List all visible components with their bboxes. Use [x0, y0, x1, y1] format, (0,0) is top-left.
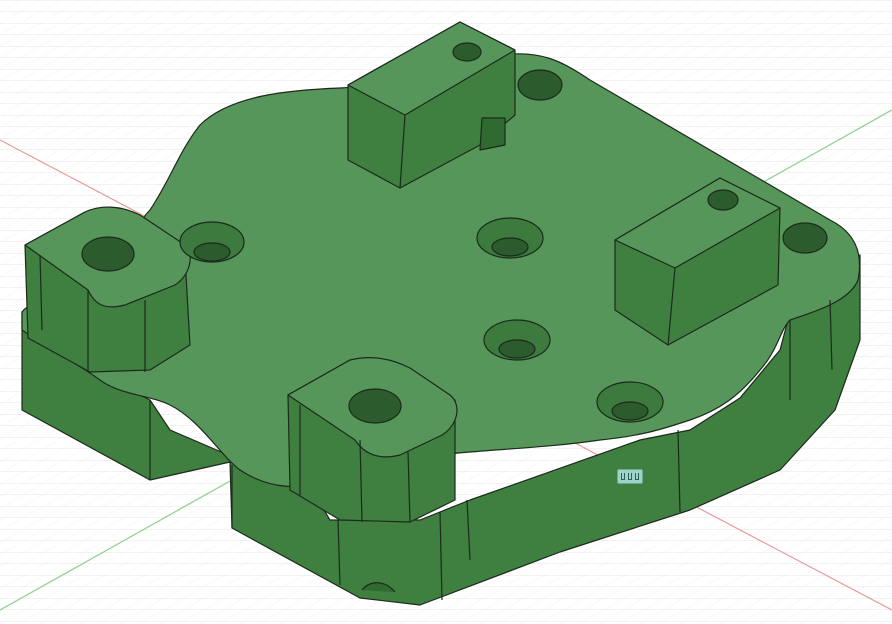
- fillet-feature-icon[interactable]: [617, 469, 643, 484]
- viewport-canvas[interactable]: [0, 0, 892, 624]
- 3d-viewport[interactable]: [0, 0, 892, 624]
- small-hole-right-block: [707, 189, 739, 211]
- bolt-hole-center-block: [348, 388, 402, 424]
- countersunk-hole-top-right: [517, 69, 563, 101]
- small-hole-back-block: [452, 42, 482, 62]
- bolt-hole-left-block: [81, 236, 135, 272]
- hole-far-right: [782, 222, 828, 254]
- block-left[interactable]: [24, 206, 191, 373]
- block-center[interactable]: [287, 357, 458, 523]
